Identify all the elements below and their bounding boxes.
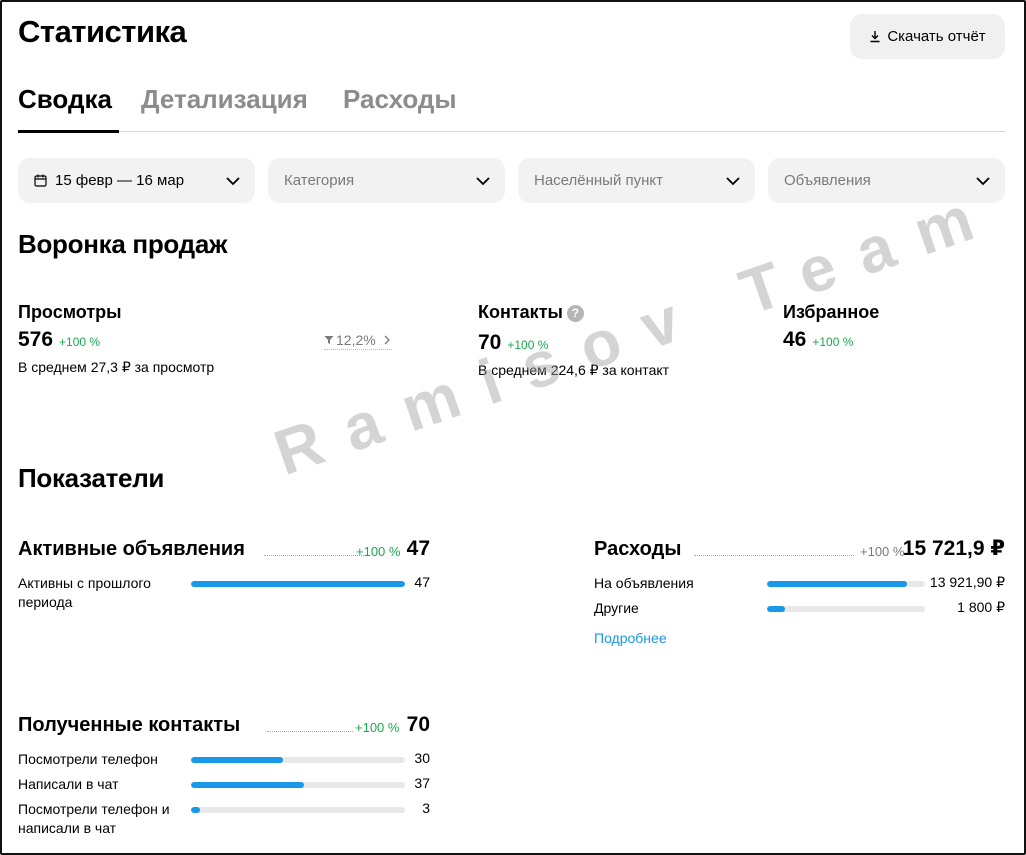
received-contacts-delta: +100 % [355, 720, 400, 735]
contacts-both-bar [191, 807, 405, 813]
favorites-metric: 46 +100 % [783, 328, 853, 352]
received-contacts-title: Полученные контакты [18, 714, 241, 736]
contacts-chat-label: Написали в чат [18, 776, 119, 792]
contacts-phone-bar [191, 757, 405, 763]
chevron-down-icon [476, 176, 490, 185]
date-range-value: 15 февр — 16 мар [55, 172, 185, 189]
active-ads-header: Активные объявления +100 % 47 [18, 535, 430, 561]
category-filter-label: Категория [284, 172, 355, 189]
ads-filter-label: Объявления [784, 172, 871, 189]
active-ads-delta: +100 % [356, 544, 401, 559]
expenses-total: 15 721,9 ₽ [902, 537, 1005, 560]
contacts-phone-value: 30 [414, 750, 430, 766]
expenses-ads-bar-fill [767, 581, 907, 587]
views-delta: +100 % [59, 335, 101, 349]
contacts-value: 70 [478, 331, 502, 354]
chevron-down-icon [726, 176, 740, 185]
expenses-ads-value: 13 921,90 ₽ [929, 574, 1005, 590]
expenses-title: Расходы [594, 538, 682, 560]
contacts-chat-value: 37 [414, 775, 430, 791]
download-report-label: Скачать отчёт [887, 28, 986, 45]
active-ads-bar [191, 581, 405, 587]
contacts-delta: +100 % [507, 338, 549, 352]
contacts-chat-bar-fill [191, 782, 305, 788]
expenses-ads-label: На объявления [594, 575, 694, 591]
expenses-delta: +100 % [860, 544, 905, 559]
city-filter[interactable]: Населённый пункт [518, 158, 755, 203]
expenses-header: Расходы +100 % 15 721,9 ₽ [594, 535, 1005, 561]
tab-details[interactable]: Детализация [141, 84, 308, 132]
active-ads-row-value: 47 [414, 574, 430, 590]
chevron-right-icon [384, 335, 390, 345]
active-ads-row-label: Активны с прошлого периода [18, 575, 151, 610]
contacts-phone-label: Посмотрели телефон [18, 751, 158, 767]
contacts-title: Контакты [478, 302, 563, 322]
contacts-chat-bar [191, 782, 405, 788]
active-ads-bar-fill [191, 581, 405, 587]
tab-summary[interactable]: Сводка [18, 84, 119, 133]
views-value: 576 [18, 328, 54, 351]
help-icon[interactable]: ? [566, 305, 584, 322]
category-filter[interactable]: Категория [268, 158, 505, 203]
contacts-both-value: 3 [422, 800, 430, 816]
views-title: Просмотры [18, 302, 122, 322]
expenses-other-value: 1 800 ₽ [957, 599, 1005, 615]
active-ads-title: Активные объявления [18, 538, 245, 560]
views-conversion-link[interactable]: 12,2% [324, 332, 392, 350]
received-contacts-header: Полученные контакты +100 % 70 [18, 711, 430, 737]
funnel-title: Воронка продаж [18, 229, 228, 259]
active-ads-total: 47 [406, 537, 430, 560]
contacts-average: В среднем 224,6 ₽ за контакт [478, 362, 670, 378]
calendar-icon [34, 174, 47, 187]
expenses-other-label: Другие [594, 600, 639, 616]
contacts-both-label: Посмотрели телефон и написали в чат [18, 801, 170, 836]
views-metric: 576 +100 % [18, 328, 100, 352]
contacts-title-row: Контакты? [478, 302, 584, 323]
contacts-both-bar-fill [191, 807, 201, 813]
received-contacts-total: 70 [406, 713, 430, 736]
favorites-value: 46 [783, 328, 807, 351]
dotted-leader [267, 731, 353, 732]
indicators-title: Показатели [18, 463, 165, 493]
tab-bar: Сводка Детализация Расходы [18, 84, 1005, 133]
page-title: Статистика [18, 14, 187, 49]
ads-filter[interactable]: Объявления [768, 158, 1005, 203]
chevron-down-icon [226, 176, 240, 185]
city-filter-label: Населённый пункт [534, 172, 664, 189]
download-icon [870, 31, 880, 43]
funnel-filter-icon [324, 336, 334, 344]
tab-expenses[interactable]: Расходы [343, 84, 457, 132]
views-average: В среднем 27,3 ₽ за просмотр [18, 359, 215, 375]
chevron-down-icon [976, 176, 990, 185]
expenses-more-link[interactable]: Подробнее [594, 630, 667, 646]
date-range-filter[interactable]: 15 февр — 16 мар [18, 158, 255, 203]
dotted-leader [694, 555, 854, 556]
expenses-other-bar [767, 606, 925, 612]
contacts-phone-bar-fill [191, 757, 284, 763]
download-report-button[interactable]: Скачать отчёт [850, 14, 1005, 59]
views-conversion-value: 12,2% [336, 332, 376, 348]
expenses-ads-bar [767, 581, 925, 587]
favorites-title: Избранное [783, 302, 880, 322]
favorites-delta: +100 % [812, 335, 854, 349]
contacts-metric: 70 +100 % [478, 331, 548, 355]
dotted-leader [264, 555, 370, 556]
expenses-other-bar-fill [767, 606, 785, 612]
